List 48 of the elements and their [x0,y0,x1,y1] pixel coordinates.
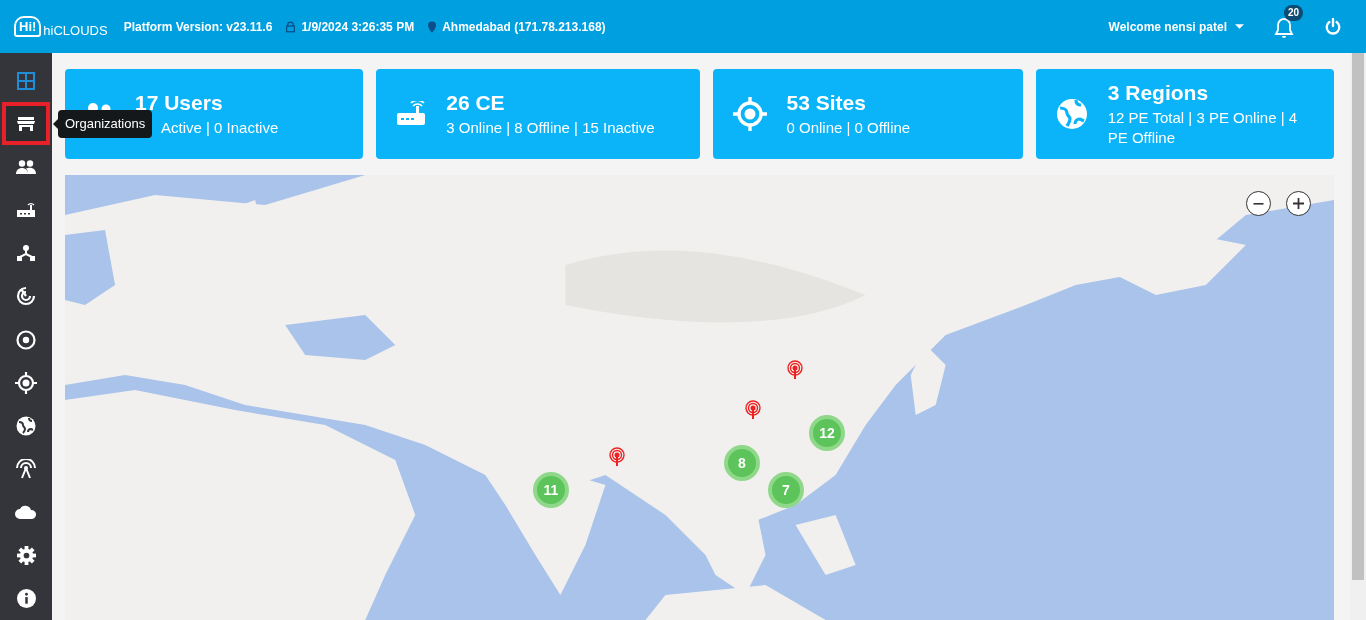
signal-pin-icon[interactable] [785,360,805,380]
user-menu-button[interactable]: Welcome nensi patel [1106,17,1246,36]
date-time: 1/9/2024 3:26:35 PM [301,19,415,34]
globe-icon [16,415,36,436]
network-icon [17,244,35,263]
settings-icon [16,545,36,565]
tooltip: Organizations [58,110,153,138]
cloud-icon [15,505,37,520]
lock-icon [286,20,296,33]
scrollbar[interactable] [1350,53,1366,620]
store-icon [17,115,35,132]
stat-card[interactable]: 26 CE 3 Online | 8 Offline | 15 Inactive [376,69,700,159]
stat-card[interactable]: 53 Sites 0 Online | 0 Offline [712,69,1023,159]
circle-dot-icon [16,329,36,350]
card-title: 53 Sites [786,90,867,115]
plus-icon [1293,198,1304,209]
card-subtitle: 0 Online | 0 Offline [786,117,911,138]
antenna-icon [15,459,37,480]
caret-icon [1235,24,1244,29]
tooltip-arrow [53,119,58,129]
crosshair-icon [732,97,767,131]
logo[interactable]: Hi! hiCLOUDS [14,16,108,37]
bell-icon[interactable] [1274,16,1294,39]
location: Ahmedabad (171.78.213.168) [442,19,606,34]
minus-icon [1253,202,1264,205]
card-title: 26 CE [446,90,506,115]
card-title: 3 Regions [1107,81,1210,105]
notification-badge: 20 [1284,4,1304,21]
location-pin-icon [428,20,437,33]
info-icon [16,589,36,608]
signal-pin-icon[interactable] [607,447,627,467]
card-subtitle: 3 Online | 8 Offline | 15 Inactive [446,117,655,138]
logo-text: hiCLOUDS [43,24,108,37]
crosshair-icon [15,371,37,394]
signal-pin-icon[interactable] [743,400,763,420]
router-icon [396,101,427,127]
card-subtitle: 12 PE Total | 3 PE Online | 4 PE Offline [1107,108,1299,147]
globe-icon [1055,98,1088,130]
users-icon [16,159,36,174]
stat-card[interactable]: 3 Regions 12 PE Total | 3 PE Online | 4 PE Offline [1035,69,1334,159]
map[interactable]: 12 8 11 7 [65,175,1334,620]
sidebar-item[interactable] [2,102,50,146]
router-icon [16,202,36,219]
logo-badge: Hi! [14,16,42,37]
platform-version: Platform Version: v23.11.6 [123,19,273,34]
radar-icon [16,286,36,307]
power-icon[interactable] [1324,17,1342,36]
grid-icon [17,71,35,90]
